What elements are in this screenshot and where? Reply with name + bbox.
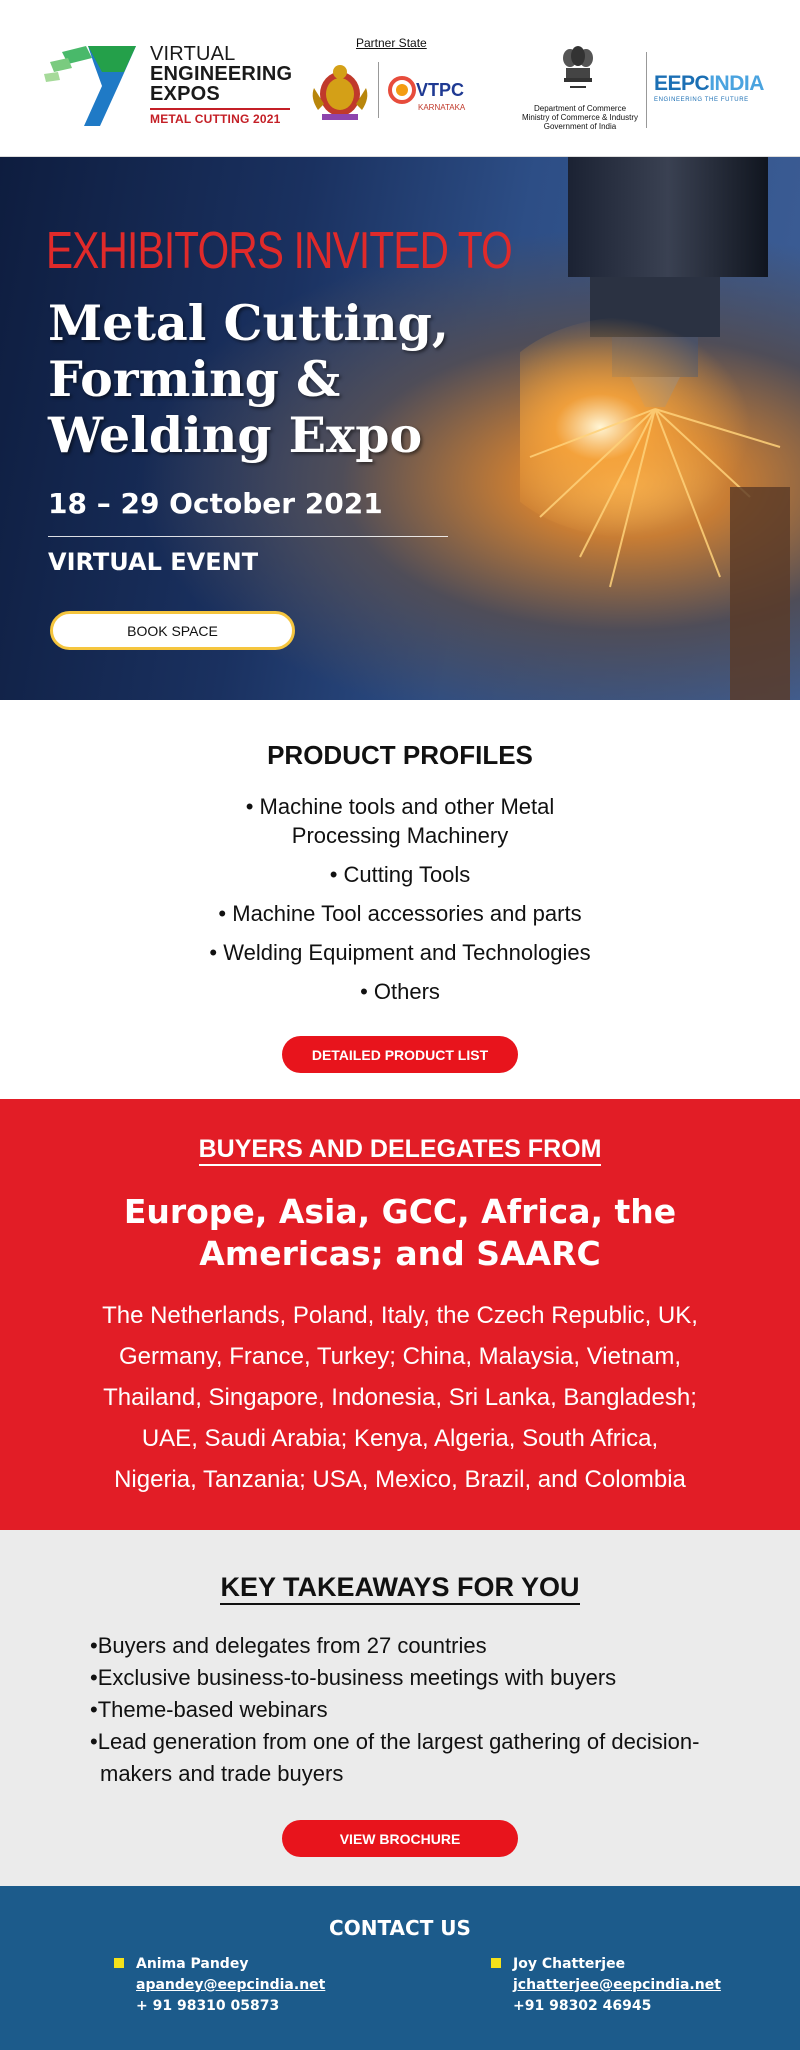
product-item-text: • Welding Equipment and Technologies	[209, 940, 591, 965]
eepc-wordmark-eepc: EEPC	[654, 72, 710, 95]
virtual-engineering-expos-logo-icon	[44, 46, 136, 126]
hero-banner: EXHIBITORS INVITED TO Metal Cutting, For…	[0, 157, 800, 700]
view-brochure-button[interactable]: VIEW BROCHURE	[282, 1820, 518, 1857]
buyers-section: BUYERS AND DELEGATES FROM Europe, Asia, …	[0, 1099, 800, 1530]
contact-section: CONTACT US Anima Pandey apandey@eepcindi…	[0, 1886, 800, 2050]
laser-cutting-machine-image	[520, 157, 790, 700]
buyer-countries: The Netherlands, Poland, Italy, the Czec…	[50, 1295, 750, 1500]
hero-divider	[48, 536, 448, 537]
contact-heading: CONTACT US	[329, 1916, 471, 1940]
product-list: • Machine tools and other Metal Processi…	[0, 792, 800, 1016]
eepc-tagline: ENGINEERING THE FUTURE	[654, 97, 749, 103]
event-type: VIRTUAL EVENT	[48, 548, 259, 576]
key-takeaways-section: KEY TAKEAWAYS FOR YOU •Buyers and delega…	[0, 1530, 800, 1886]
book-space-button[interactable]: BOOK SPACE	[50, 611, 295, 650]
takeaway-item: •Exclusive business-to-business meetings…	[90, 1665, 617, 1690]
product-profiles-heading: PRODUCT PROFILES	[267, 740, 533, 770]
event-dates: 18 – 29 October 2021	[48, 487, 383, 520]
takeaways-heading: KEY TAKEAWAYS FOR YOU	[0, 1572, 800, 1605]
takeaway-item: •Theme-based webinars	[90, 1697, 328, 1722]
product-item: • Welding Equipment and Technologies	[0, 938, 800, 967]
detailed-product-list-button[interactable]: DETAILED PRODUCT LIST	[282, 1036, 518, 1073]
buyer-regions: Europe, Asia, GCC, Africa, the Americas;…	[0, 1191, 800, 1275]
product-item: • Machine tools and other Metal Processi…	[0, 792, 800, 850]
hero-title-line-3: Welding Expo	[48, 406, 423, 464]
header-bar: VIRTUAL ENGINEERING EXPOS METAL CUTTING …	[0, 0, 800, 157]
hero-title: Metal Cutting, Forming & Welding Expo	[48, 295, 508, 463]
partner-state-label: Partner State	[356, 36, 427, 50]
product-profiles-section: PRODUCT PROFILES • Machine tools and oth…	[0, 700, 800, 1099]
countries-line: UAE, Saudi Arabia; Kenya, Algeria, South…	[141, 1425, 659, 1452]
product-item: • Others	[0, 977, 800, 1006]
product-item-text: • Machine Tool accessories and parts	[218, 901, 582, 926]
countries-line: Germany, France, Turkey; China, Malaysia…	[119, 1343, 681, 1370]
takeaways-heading-text: KEY TAKEAWAYS FOR YOU	[220, 1572, 580, 1605]
takeaway-item: •Buyers and delegates from 27 countries	[90, 1633, 487, 1658]
contact-name: Joy Chatterjee	[513, 1956, 626, 1972]
buyer-regions-line-1: Europe, Asia, GCC, Africa, the	[123, 1192, 677, 1231]
svg-text:KARNATAKA: KARNATAKA	[418, 103, 466, 112]
eepc-wordmark: EEPCINDIA	[654, 72, 764, 96]
contact-phone: + 91 98310 05873	[136, 1998, 280, 2014]
contact-person: Anima Pandey apandey@eepcindia.net + 91 …	[114, 1954, 325, 2017]
dept-line-3: Government of India	[543, 122, 617, 131]
eepc-wordmark-india: INDIA	[709, 72, 764, 95]
india-national-emblem-icon	[563, 46, 593, 88]
countries-line: Thailand, Singapore, Indonesia, Sri Lank…	[103, 1384, 697, 1411]
countries-line: The Netherlands, Poland, Italy, the Czec…	[102, 1302, 698, 1329]
buyer-regions-line-2: Americas; and SAARC	[199, 1234, 601, 1273]
vtpc-karnataka-logo-icon: VTPC KARNATAKA	[388, 76, 466, 112]
contact-phone: +91 98302 46945	[513, 1998, 652, 2014]
takeaway-item: •Lead generation from one of the largest…	[90, 1729, 700, 1786]
karnataka-emblem-icon	[312, 65, 368, 120]
product-item-text: • Others	[360, 979, 440, 1004]
contact-bullet-icon	[114, 1958, 124, 1968]
hero-eyebrow: EXHIBITORS INVITED TO	[46, 222, 513, 280]
countries-line: Nigeria, Tanzania; USA, Mexico, Brazil, …	[114, 1466, 686, 1493]
contact-person: Joy Chatterjee jchatterjee@eepcindia.net…	[491, 1954, 721, 2017]
dept-line-2: Ministry of Commerce & Industry	[521, 113, 639, 122]
buyers-heading-text: BUYERS AND DELEGATES FROM	[198, 1135, 602, 1166]
header-divider	[646, 52, 647, 128]
product-item-text: • Machine tools and other Metal	[245, 794, 555, 819]
dept-line-1: Department of Commerce	[533, 104, 627, 113]
vee-wordmark: VIRTUAL ENGINEERING EXPOS METAL CUTTING …	[150, 43, 293, 126]
vee-line-3: EXPOS	[150, 83, 220, 105]
hero-title-line-2: Forming &	[48, 350, 341, 408]
svg-text:VTPC: VTPC	[416, 80, 464, 100]
header-divider	[378, 62, 379, 118]
takeaways-list: •Buyers and delegates from 27 countries …	[90, 1630, 730, 1790]
vee-tagline: METAL CUTTING 2021	[150, 108, 290, 126]
product-item-text-continued: Processing Machinery	[291, 823, 509, 848]
hero-title-line-1: Metal Cutting,	[48, 294, 449, 352]
product-item-text: • Cutting Tools	[329, 862, 471, 887]
product-item: • Cutting Tools	[0, 860, 800, 889]
contact-name: Anima Pandey	[136, 1956, 249, 1972]
product-item: • Machine Tool accessories and parts	[0, 899, 800, 928]
vee-line-2: ENGINEERING	[150, 63, 293, 85]
contact-email-link[interactable]: apandey@eepcindia.net	[136, 1975, 325, 1996]
vee-line-1: VIRTUAL	[150, 43, 236, 65]
contact-bullet-icon	[491, 1958, 501, 1968]
contact-email-link[interactable]: jchatterjee@eepcindia.net	[513, 1975, 721, 1996]
buyers-heading: BUYERS AND DELEGATES FROM	[0, 1135, 800, 1166]
eepc-india-logo: EEPCINDIA ENGINEERING THE FUTURE	[654, 72, 764, 103]
department-of-commerce-text: Department of Commerce Ministry of Comme…	[520, 104, 640, 131]
